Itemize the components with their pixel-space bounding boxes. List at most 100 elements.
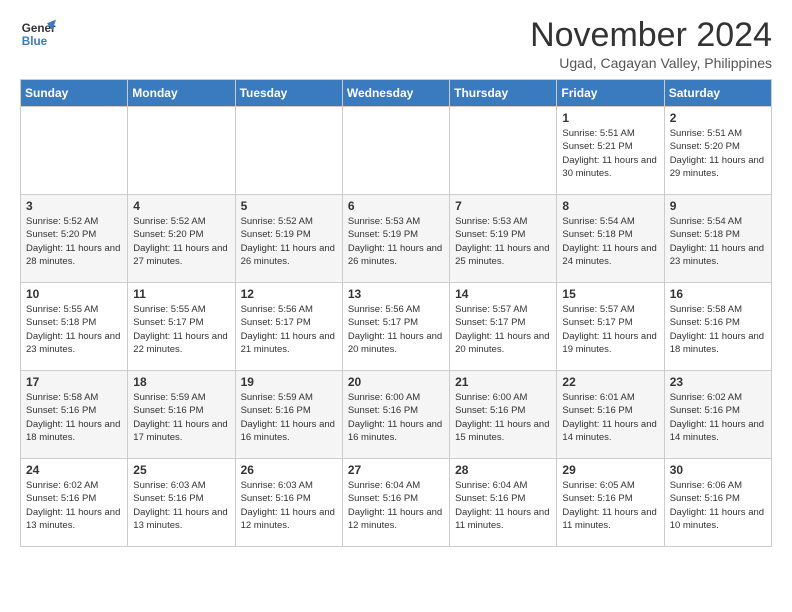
calendar-day-cell: 19 Sunrise: 5:59 AM Sunset: 5:16 PM Dayli… <box>235 371 342 459</box>
calendar-day-cell: 18 Sunrise: 5:59 AM Sunset: 5:16 PM Dayli… <box>128 371 235 459</box>
weekday-header-thursday: Thursday <box>450 80 557 107</box>
day-info: Sunrise: 5:57 AM Sunset: 5:17 PM Dayligh… <box>455 303 551 356</box>
calendar-day-cell <box>450 107 557 195</box>
day-info: Sunrise: 5:56 AM Sunset: 5:17 PM Dayligh… <box>348 303 444 356</box>
day-number: 17 <box>26 375 122 389</box>
calendar-day-cell: 16Sunrise: 5:58 AM Sunset: 5:16 PM Dayli… <box>664 283 771 371</box>
day-number: 28 <box>455 463 551 477</box>
day-info: Sunrise: 6:00 AM Sunset: 5:16 PM Dayligh… <box>455 391 551 444</box>
day-info: Sunrise: 5:58 AM Sunset: 5:16 PM Dayligh… <box>670 303 766 356</box>
weekday-header-wednesday: Wednesday <box>342 80 449 107</box>
calendar-day-cell: 7 Sunrise: 5:53 AM Sunset: 5:19 PM Daylig… <box>450 195 557 283</box>
day-info: Sunrise: 6:00 AM Sunset: 5:16 PM Dayligh… <box>348 391 444 444</box>
weekday-header-monday: Monday <box>128 80 235 107</box>
calendar-day-cell <box>128 107 235 195</box>
calendar-day-cell: 11 Sunrise: 5:55 AM Sunset: 5:17 PM Dayli… <box>128 283 235 371</box>
day-info: Sunrise: 5:54 AM Sunset: 5:18 PM Dayligh… <box>562 215 658 268</box>
day-number: 10 <box>26 287 122 301</box>
day-info: Sunrise: 6:03 AM Sunset: 5:16 PM Dayligh… <box>133 479 229 532</box>
calendar-week-row: 3 Sunrise: 5:52 AM Sunset: 5:20 PM Daylig… <box>21 195 772 283</box>
day-info: Sunrise: 6:02 AM Sunset: 5:16 PM Dayligh… <box>670 391 766 444</box>
calendar-day-cell: 30 Sunrise: 6:06 AM Sunset: 5:16 PM Dayli… <box>664 459 771 547</box>
day-number: 2 <box>670 111 766 125</box>
day-info: Sunrise: 5:57 AM Sunset: 5:17 PM Dayligh… <box>562 303 658 356</box>
day-info: Sunrise: 6:06 AM Sunset: 5:16 PM Dayligh… <box>670 479 766 532</box>
calendar-day-cell: 3 Sunrise: 5:52 AM Sunset: 5:20 PM Daylig… <box>21 195 128 283</box>
day-info: Sunrise: 5:54 AM Sunset: 5:18 PM Dayligh… <box>670 215 766 268</box>
logo-icon: General Blue <box>20 16 56 52</box>
day-number: 14 <box>455 287 551 301</box>
calendar-day-cell: 22 Sunrise: 6:01 AM Sunset: 5:16 PM Dayli… <box>557 371 664 459</box>
calendar-week-row: 10Sunrise: 5:55 AM Sunset: 5:18 PM Dayli… <box>21 283 772 371</box>
day-info: Sunrise: 6:04 AM Sunset: 5:16 PM Dayligh… <box>348 479 444 532</box>
page-header: General Blue November 2024 Ugad, Cagayan… <box>20 16 772 71</box>
day-info: Sunrise: 5:52 AM Sunset: 5:20 PM Dayligh… <box>133 215 229 268</box>
weekday-header-saturday: Saturday <box>664 80 771 107</box>
day-info: Sunrise: 6:01 AM Sunset: 5:16 PM Dayligh… <box>562 391 658 444</box>
day-info: Sunrise: 6:03 AM Sunset: 5:16 PM Dayligh… <box>241 479 337 532</box>
day-info: Sunrise: 5:51 AM Sunset: 5:21 PM Dayligh… <box>562 127 658 180</box>
calendar-day-cell: 29 Sunrise: 6:05 AM Sunset: 5:16 PM Dayli… <box>557 459 664 547</box>
weekday-header-tuesday: Tuesday <box>235 80 342 107</box>
day-number: 19 <box>241 375 337 389</box>
calendar-day-cell: 12Sunrise: 5:56 AM Sunset: 5:17 PM Dayli… <box>235 283 342 371</box>
day-number: 5 <box>241 199 337 213</box>
day-number: 18 <box>133 375 229 389</box>
calendar-day-cell: 28 Sunrise: 6:04 AM Sunset: 5:16 PM Dayli… <box>450 459 557 547</box>
day-number: 24 <box>26 463 122 477</box>
day-number: 15 <box>562 287 658 301</box>
title-block: November 2024 Ugad, Cagayan Valley, Phil… <box>530 16 772 71</box>
day-number: 25 <box>133 463 229 477</box>
calendar-day-cell: 4 Sunrise: 5:52 AM Sunset: 5:20 PM Daylig… <box>128 195 235 283</box>
day-number: 13 <box>348 287 444 301</box>
calendar-day-cell: 20Sunrise: 6:00 AM Sunset: 5:16 PM Dayli… <box>342 371 449 459</box>
day-info: Sunrise: 5:52 AM Sunset: 5:20 PM Dayligh… <box>26 215 122 268</box>
calendar-day-cell: 14 Sunrise: 5:57 AM Sunset: 5:17 PM Dayli… <box>450 283 557 371</box>
calendar-week-row: 17 Sunrise: 5:58 AM Sunset: 5:16 PM Dayli… <box>21 371 772 459</box>
day-number: 11 <box>133 287 229 301</box>
day-info: Sunrise: 5:55 AM Sunset: 5:17 PM Dayligh… <box>133 303 229 356</box>
day-number: 1 <box>562 111 658 125</box>
day-number: 26 <box>241 463 337 477</box>
calendar-week-row: 24 Sunrise: 6:02 AM Sunset: 5:16 PM Dayli… <box>21 459 772 547</box>
calendar-day-cell: 9 Sunrise: 5:54 AM Sunset: 5:18 PM Daylig… <box>664 195 771 283</box>
calendar-day-cell: 8 Sunrise: 5:54 AM Sunset: 5:18 PM Daylig… <box>557 195 664 283</box>
day-number: 23 <box>670 375 766 389</box>
day-info: Sunrise: 6:05 AM Sunset: 5:16 PM Dayligh… <box>562 479 658 532</box>
calendar-day-cell: 23 Sunrise: 6:02 AM Sunset: 5:16 PM Dayli… <box>664 371 771 459</box>
day-info: Sunrise: 6:02 AM Sunset: 5:16 PM Dayligh… <box>26 479 122 532</box>
day-info: Sunrise: 6:04 AM Sunset: 5:16 PM Dayligh… <box>455 479 551 532</box>
svg-text:Blue: Blue <box>22 35 48 48</box>
calendar-day-cell: 25 Sunrise: 6:03 AM Sunset: 5:16 PM Dayli… <box>128 459 235 547</box>
calendar-day-cell: 2 Sunrise: 5:51 AM Sunset: 5:20 PM Daylig… <box>664 107 771 195</box>
day-number: 7 <box>455 199 551 213</box>
day-info: Sunrise: 5:51 AM Sunset: 5:20 PM Dayligh… <box>670 127 766 180</box>
calendar-day-cell <box>21 107 128 195</box>
logo: General Blue <box>20 16 56 52</box>
calendar-day-cell: 17 Sunrise: 5:58 AM Sunset: 5:16 PM Dayli… <box>21 371 128 459</box>
day-number: 21 <box>455 375 551 389</box>
location-subtitle: Ugad, Cagayan Valley, Philippines <box>530 55 772 71</box>
day-number: 9 <box>670 199 766 213</box>
day-number: 29 <box>562 463 658 477</box>
day-info: Sunrise: 5:52 AM Sunset: 5:19 PM Dayligh… <box>241 215 337 268</box>
day-info: Sunrise: 5:58 AM Sunset: 5:16 PM Dayligh… <box>26 391 122 444</box>
calendar-day-cell <box>342 107 449 195</box>
calendar-day-cell: 27 Sunrise: 6:04 AM Sunset: 5:16 PM Dayli… <box>342 459 449 547</box>
day-number: 22 <box>562 375 658 389</box>
day-number: 6 <box>348 199 444 213</box>
day-info: Sunrise: 5:53 AM Sunset: 5:19 PM Dayligh… <box>455 215 551 268</box>
calendar-day-cell: 15 Sunrise: 5:57 AM Sunset: 5:17 PM Dayli… <box>557 283 664 371</box>
day-number: 30 <box>670 463 766 477</box>
calendar-day-cell: 6Sunrise: 5:53 AM Sunset: 5:19 PM Daylig… <box>342 195 449 283</box>
calendar-table: SundayMondayTuesdayWednesdayThursdayFrid… <box>20 79 772 547</box>
day-number: 3 <box>26 199 122 213</box>
calendar-week-row: 1 Sunrise: 5:51 AM Sunset: 5:21 PM Daylig… <box>21 107 772 195</box>
day-info: Sunrise: 5:59 AM Sunset: 5:16 PM Dayligh… <box>133 391 229 444</box>
day-number: 27 <box>348 463 444 477</box>
day-number: 4 <box>133 199 229 213</box>
day-info: Sunrise: 5:59 AM Sunset: 5:16 PM Dayligh… <box>241 391 337 444</box>
day-number: 8 <box>562 199 658 213</box>
calendar-day-cell <box>235 107 342 195</box>
calendar-day-cell: 26 Sunrise: 6:03 AM Sunset: 5:16 PM Dayli… <box>235 459 342 547</box>
